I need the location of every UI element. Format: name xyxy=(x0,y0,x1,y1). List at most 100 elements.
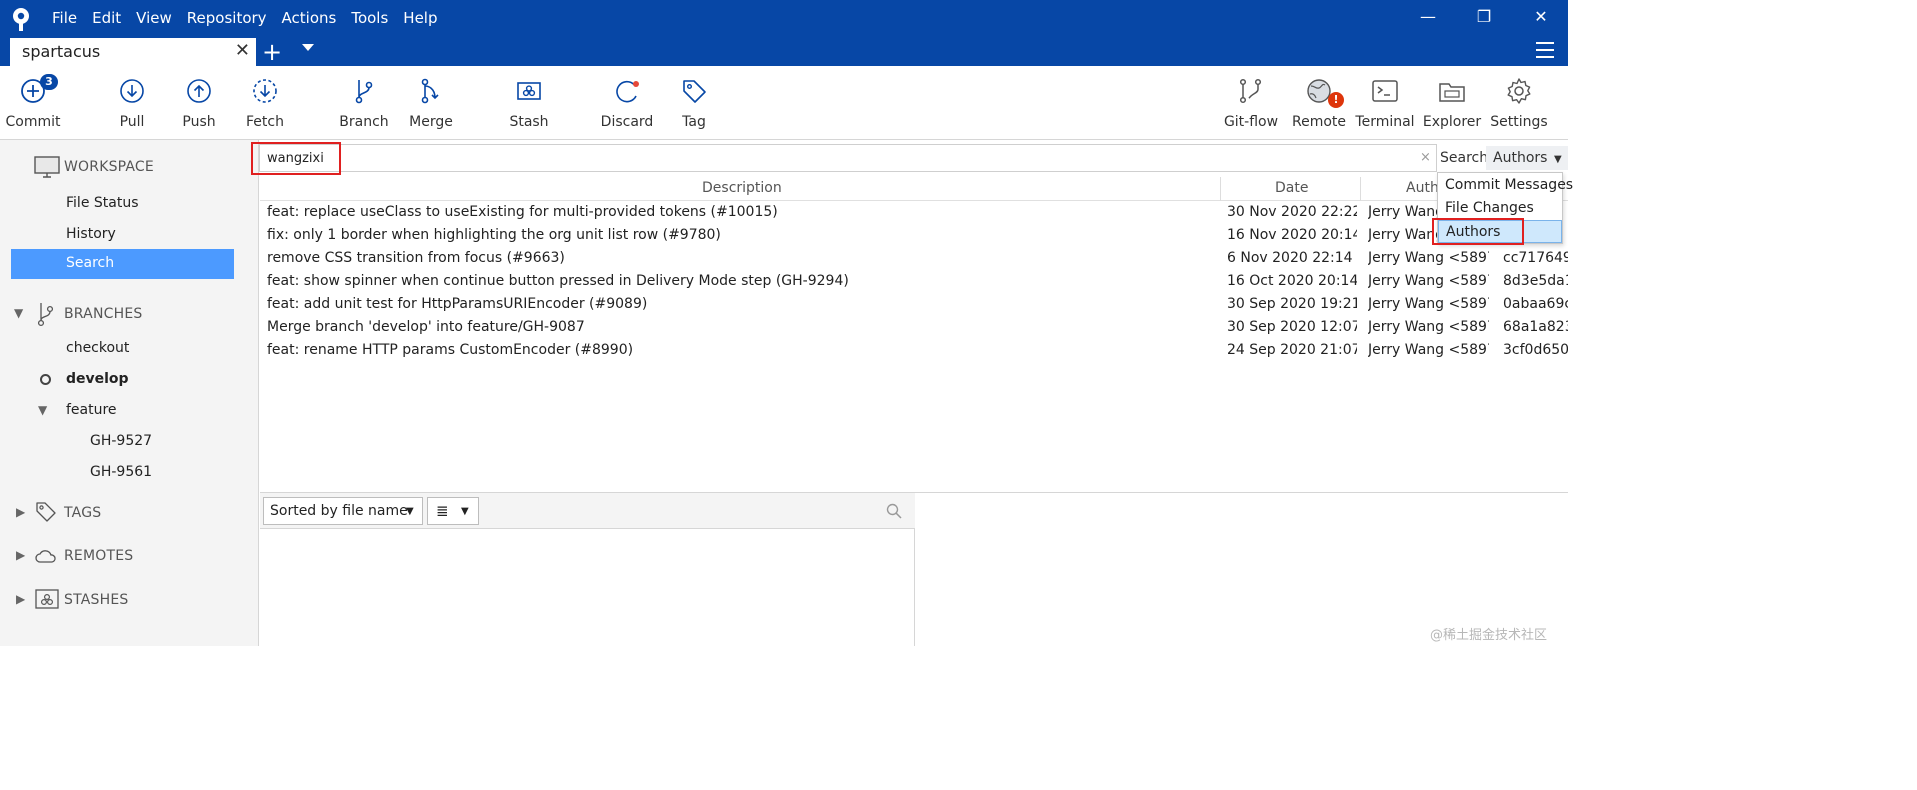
gear-icon xyxy=(1507,78,1531,104)
title-bar: File Edit View Repository Actions Tools … xyxy=(0,0,1568,66)
merge-label: Merge xyxy=(409,114,453,130)
feature-chevron-down-icon[interactable]: ▼ xyxy=(38,403,47,417)
current-branch-icon xyxy=(40,374,51,385)
row-author: Jerry Wang <58975 xyxy=(1368,273,1489,289)
discard-button[interactable]: Discard xyxy=(592,66,662,138)
terminal-button[interactable]: Terminal xyxy=(1350,66,1420,138)
table-row[interactable]: remove CSS transition from focus (#9663)… xyxy=(260,247,1568,270)
fetch-button[interactable]: Fetch xyxy=(230,66,300,138)
menu-help[interactable]: Help xyxy=(403,9,437,27)
fetch-icon xyxy=(253,79,277,103)
row-commit: cc717649 xyxy=(1503,250,1568,266)
menu-file[interactable]: File xyxy=(52,9,77,27)
new-tab-button[interactable]: + xyxy=(262,38,282,66)
search-icon[interactable] xyxy=(886,503,902,519)
stashes-chevron-right-icon[interactable]: ▶ xyxy=(16,592,25,606)
hamburger-menu-icon[interactable] xyxy=(1536,42,1554,58)
tab-close-icon[interactable]: ✕ xyxy=(235,40,250,61)
tags-chevron-right-icon[interactable]: ▶ xyxy=(16,505,25,519)
sidebar-item-history[interactable]: History xyxy=(66,226,116,242)
table-row[interactable]: fix: only 1 border when highlighting the… xyxy=(260,224,1568,247)
row-description: feat: rename HTTP params CustomEncoder (… xyxy=(267,342,634,358)
push-label: Push xyxy=(182,114,216,130)
menu-edit[interactable]: Edit xyxy=(92,9,121,27)
table-row[interactable]: feat: show spinner when continue button … xyxy=(260,270,1568,293)
stash-button[interactable]: Stash xyxy=(494,66,564,138)
close-window-button[interactable]: ✕ xyxy=(1528,5,1554,29)
option-label: Commit Messages xyxy=(1445,177,1574,193)
row-commit: 68a1a823 xyxy=(1503,319,1568,335)
cloud-icon xyxy=(35,550,56,563)
repo-tab[interactable]: spartacus ✕ xyxy=(10,38,256,66)
column-description[interactable]: Description xyxy=(702,180,782,196)
commit-table-header: Description Date Author xyxy=(260,177,1568,201)
stashes-heading[interactable]: STASHES xyxy=(64,592,128,608)
settings-button[interactable]: Settings xyxy=(1484,66,1554,138)
row-description: feat: add unit test for HttpParamsURIEnc… xyxy=(267,296,648,312)
branch-icon xyxy=(355,80,373,104)
pull-button[interactable]: Pull xyxy=(97,66,167,138)
chevron-down-icon: ▼ xyxy=(406,506,414,517)
branch-folder-feature[interactable]: feature xyxy=(66,402,117,418)
repo-tab-title: spartacus xyxy=(22,42,101,61)
commit-list: feat: replace useClass to useExisting fo… xyxy=(260,201,1568,491)
remote-button[interactable]: ! Remote xyxy=(1284,66,1354,138)
tag-icon xyxy=(36,502,56,522)
branches-chevron-down-icon[interactable]: ▼ xyxy=(14,306,23,320)
table-row[interactable]: feat: replace useClass to useExisting fo… xyxy=(260,201,1568,224)
tab-list-chevron-icon[interactable] xyxy=(302,44,314,51)
tag-label: Tag xyxy=(682,114,706,130)
menu-view[interactable]: View xyxy=(136,9,172,27)
remotes-heading[interactable]: REMOTES xyxy=(64,548,133,564)
option-commit-messages[interactable]: Commit Messages xyxy=(1438,174,1573,197)
search-field[interactable] xyxy=(259,144,1437,172)
tag-button[interactable]: Tag xyxy=(659,66,729,138)
sidebar-item-search[interactable]: Search xyxy=(11,249,234,279)
search-input[interactable] xyxy=(267,149,1407,167)
sort-select[interactable]: Sorted by file name ▼ xyxy=(263,497,423,525)
column-date[interactable]: Date xyxy=(1275,180,1308,196)
row-date: 24 Sep 2020 21:07 xyxy=(1227,342,1357,358)
row-commit: 0abaa69c xyxy=(1503,296,1568,312)
remotes-chevron-right-icon[interactable]: ▶ xyxy=(16,548,25,562)
option-authors[interactable]: Authors xyxy=(1438,220,1562,243)
workspace-heading[interactable]: WORKSPACE xyxy=(64,159,154,175)
push-button[interactable]: Push xyxy=(164,66,234,138)
branch-button[interactable]: Branch xyxy=(329,66,399,138)
file-list-toolbar: Sorted by file name ▼ ≣ ▼ xyxy=(260,493,915,529)
menu-tools[interactable]: Tools xyxy=(351,9,388,27)
clear-search-icon[interactable]: × xyxy=(1420,150,1431,165)
view-mode-select[interactable]: ≣ ▼ xyxy=(427,497,479,525)
row-commit: 3cf0d650 xyxy=(1503,342,1568,358)
row-description: feat: replace useClass to useExisting fo… xyxy=(267,204,778,220)
branch-checkout[interactable]: checkout xyxy=(66,340,129,356)
branch-gh-9527[interactable]: GH-9527 xyxy=(90,433,152,449)
branches-heading[interactable]: BRANCHES xyxy=(64,306,142,322)
stash-icon xyxy=(35,589,59,609)
gitflow-button[interactable]: Git-flow xyxy=(1216,66,1286,138)
row-date: 16 Oct 2020 20:14 xyxy=(1227,273,1357,289)
explorer-button[interactable]: Explorer xyxy=(1417,66,1487,138)
search-mode-select[interactable]: Authors ▼ xyxy=(1486,146,1568,170)
table-row[interactable]: Merge branch 'develop' into feature/GH-9… xyxy=(260,316,1568,339)
commit-button[interactable]: 3 Commit xyxy=(0,66,68,138)
terminal-label: Terminal xyxy=(1355,114,1415,130)
row-author: Jerry Wang <58975 xyxy=(1368,250,1489,266)
branch-gh-9561[interactable]: GH-9561 xyxy=(90,464,152,480)
branch-develop[interactable]: develop xyxy=(66,371,129,387)
sourcetree-logo-icon xyxy=(13,8,29,31)
menu-repository[interactable]: Repository xyxy=(187,9,267,27)
restore-button[interactable]: ❐ xyxy=(1471,5,1497,29)
search-mode-dropdown: Commit Messages File Changes Authors xyxy=(1437,172,1573,244)
minimize-button[interactable]: — xyxy=(1415,5,1441,29)
tags-heading[interactable]: TAGS xyxy=(64,505,101,521)
sidebar-item-file-status[interactable]: File Status xyxy=(66,195,139,211)
row-description: fix: only 1 border when highlighting the… xyxy=(267,227,721,243)
list-view-icon: ≣ xyxy=(436,502,449,520)
merge-button[interactable]: Merge xyxy=(396,66,466,138)
sort-select-value: Sorted by file name xyxy=(270,503,408,519)
table-row[interactable]: feat: add unit test for HttpParamsURIEnc… xyxy=(260,293,1568,316)
menu-actions[interactable]: Actions xyxy=(282,9,337,27)
table-row[interactable]: feat: rename HTTP params CustomEncoder (… xyxy=(260,339,1568,362)
option-file-changes[interactable]: File Changes xyxy=(1438,197,1562,220)
